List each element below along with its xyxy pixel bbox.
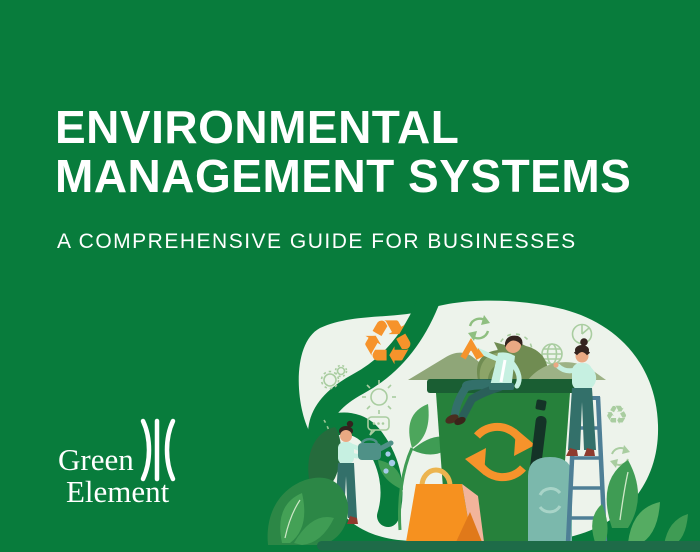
logo-text-green: Green [58, 442, 134, 477]
title-line-2: MANAGEMENT SYSTEMS [55, 150, 632, 202]
recycle-outline-icon: ♻ [605, 401, 628, 431]
leaves-left [267, 477, 349, 545]
subtitle: A COMPREHENSIVE GUIDE FOR BUSINESSES [57, 230, 577, 253]
title-line-1: ENVIRONMENTAL [55, 101, 460, 153]
logo-text-element: Element [66, 474, 170, 509]
page-title: ENVIRONMENTAL MANAGEMENT SYSTEMS [55, 103, 631, 201]
poster-background: ENVIRONMENTAL MANAGEMENT SYSTEMS A COMPR… [0, 0, 700, 552]
brand-logo: Green Element [58, 444, 169, 507]
small-teal-bin [528, 457, 572, 543]
ground-bar [317, 541, 700, 551]
recycle-icon: ♻ [360, 306, 416, 379]
illustration: ♻ ♻ [267, 300, 700, 551]
